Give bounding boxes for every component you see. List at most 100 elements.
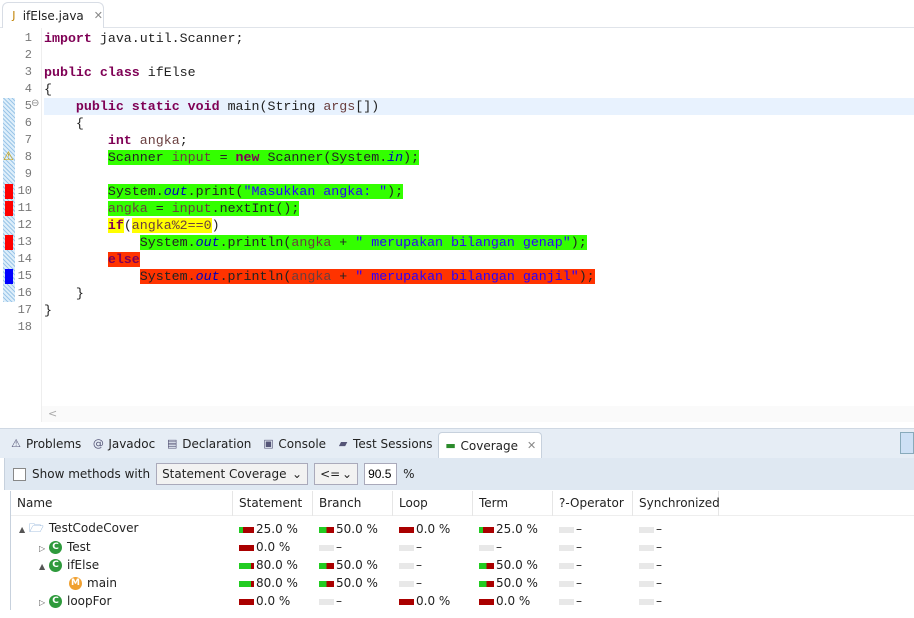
code-token: main(String (219, 99, 324, 114)
coverage-value: – (576, 558, 582, 572)
tab-coverage[interactable]: ▬ Coverage ✕ (437, 432, 543, 458)
line-number: 1 (24, 31, 32, 45)
code-token: + (331, 269, 356, 284)
tab-test-sessions[interactable]: ▰ Test Sessions (331, 431, 437, 457)
code-text: import java.util.Scanner; (44, 30, 914, 47)
code-token: ); (570, 235, 587, 250)
editor-tab-ifelse[interactable]: J ifElse.java ✕ (2, 2, 104, 28)
code-token: .println( (219, 269, 292, 284)
code-token: } (44, 303, 52, 318)
code-line: 13 System.out.println(angka + " merupaka… (0, 234, 914, 251)
code-text: System.out.println(angka + " merupakan b… (44, 234, 914, 251)
coverage-value: – (656, 576, 662, 590)
code-line: 7 int angka; (0, 132, 914, 149)
column-header-name[interactable]: Name (11, 490, 233, 516)
coverage-cell: – (553, 558, 633, 572)
coverage-cell: 50.0 % (473, 558, 553, 572)
line-number: 16 (17, 286, 32, 300)
code-token: } (44, 286, 84, 301)
code-token: []) (355, 99, 380, 114)
tab-label: Javadoc (108, 436, 156, 451)
code-token: + (331, 235, 356, 250)
project-folder-icon: 🗁 (29, 520, 44, 535)
line-number: 12 (17, 218, 32, 232)
tab-declaration[interactable]: ▤ Declaration (160, 431, 256, 457)
code-token: ) (211, 218, 220, 233)
coverage-bar (239, 562, 254, 569)
line-number: 6 (24, 116, 32, 130)
warning-icon[interactable]: ⚠ (3, 149, 14, 163)
threshold-input[interactable] (364, 463, 398, 485)
fold-collapse-icon[interactable]: ⊖ (31, 98, 39, 109)
collapsed-twisty-icon[interactable]: ▷ (39, 598, 49, 607)
coverage-cell: 0.0 % (393, 594, 473, 608)
coverage-bar (399, 598, 414, 605)
operator-select[interactable]: <= ⌄ (314, 463, 359, 485)
code-line: 16 } (0, 285, 914, 302)
code-token: if (107, 218, 124, 233)
table-row[interactable]: Mmain 80.0 % 50.0 % – 50.0 % – – (11, 574, 914, 592)
show-methods-checkbox[interactable] (13, 467, 26, 481)
column-header-branch[interactable]: Branch (313, 490, 393, 516)
expanded-twisty-icon[interactable]: ▲ (19, 525, 29, 534)
coverage-table: Name Statement Branch Loop Term ?-Operator Syn… (10, 490, 914, 610)
coverage-value: 25.0 % (496, 522, 538, 536)
method-icon: M (69, 577, 82, 590)
code-token: " merupakan bilangan genap" (355, 235, 571, 250)
tab-javadoc[interactable]: @ Javadoc (86, 431, 160, 457)
coverage-bar (399, 580, 414, 587)
code-text: angka = input.nextInt(); (44, 200, 914, 217)
close-icon[interactable]: ✕ (94, 9, 103, 22)
bottom-panel: ⚠ Problems @ Javadoc ▤ Declaration ▣ Console ▰ Te… (0, 428, 914, 618)
line-number: 10 (17, 184, 32, 198)
code-token: System. (139, 269, 196, 284)
coverage-cell: – (633, 540, 719, 554)
code-token: public (75, 99, 124, 114)
table-row[interactable]: ▷ C Test 0.0 % – – – – – (11, 538, 914, 556)
horizontal-scrollbar[interactable]: < (42, 406, 914, 422)
table-row[interactable]: ▷ CloopFor 0.0 % – 0.0 % 0.0 % – – (11, 592, 914, 610)
coverage-value: – (576, 522, 582, 536)
coverage-value: – (496, 540, 502, 554)
coverage-value: 25.0 % (256, 522, 298, 536)
tab-label: Declaration (182, 436, 252, 451)
code-token: = (147, 201, 172, 216)
code-token: ; (179, 133, 188, 148)
line-number: 13 (17, 235, 32, 249)
code-token: " merupakan bilangan ganjil" (355, 269, 579, 284)
coverage-value: 50.0 % (336, 576, 378, 590)
column-header-term[interactable]: Term (473, 490, 553, 516)
scroll-left-arrow[interactable]: < (48, 407, 57, 420)
tab-problems[interactable]: ⚠ Problems (4, 431, 86, 457)
collapsed-twisty-icon[interactable]: ▷ (39, 544, 49, 553)
coverage-cell: – (313, 594, 393, 608)
table-row[interactable]: ▲ CifElse 80.0 % 50.0 % – 50.0 % – – (11, 556, 914, 574)
coverage-cell: 50.0 % (313, 576, 393, 590)
close-icon[interactable]: ✕ (527, 439, 536, 452)
code-editor[interactable]: 1 import java.util.Scanner; 2 3 public class… (0, 28, 914, 422)
expanded-twisty-icon[interactable]: ▲ (39, 562, 49, 571)
coverage-value: – (336, 540, 342, 554)
column-header-statement[interactable]: Statement (233, 490, 313, 516)
tab-console[interactable]: ▣ Console (256, 431, 331, 457)
table-row[interactable]: ▲ 🗁 TestCodeCover 25.0 % 50.0 % 0.0 % 25.0 % – – (11, 520, 914, 538)
code-line: 9 (0, 166, 914, 183)
column-header-synchronized[interactable]: Synchronized (633, 490, 720, 516)
column-header-loop[interactable]: Loop (393, 490, 473, 516)
code-token: "Masukkan angka: " (243, 184, 388, 199)
code-token: .nextInt(); (211, 201, 300, 216)
coverage-value: – (576, 594, 582, 608)
coverage-bar (399, 562, 414, 569)
line-number: 17 (17, 303, 32, 317)
code-token: args (323, 99, 356, 114)
coverage-bar (559, 526, 574, 533)
name-cell: ▲ 🗁 TestCodeCover (11, 519, 233, 540)
column-header-operator[interactable]: ?-Operator (553, 490, 633, 516)
coverage-bar (239, 598, 254, 605)
criterion-select[interactable]: Statement Coverage ⌄ (156, 463, 309, 485)
minimized-view-icon[interactable] (900, 432, 914, 454)
